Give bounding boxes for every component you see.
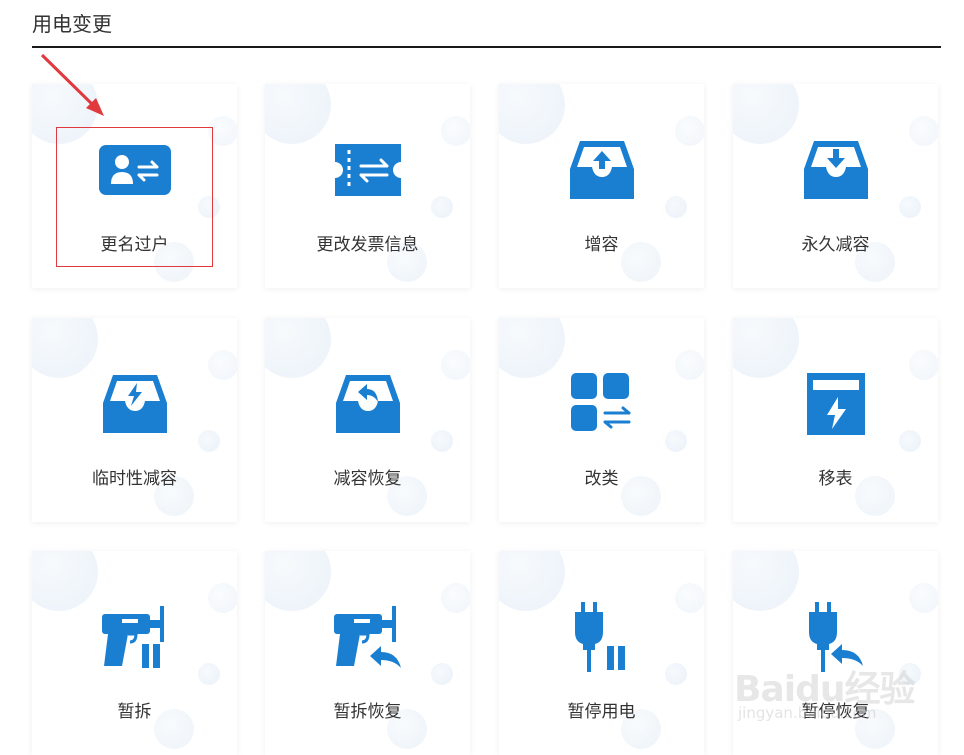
red-arrow-icon [40,53,104,116]
invoice-ticket-icon [334,144,401,196]
section-title: 用电变更 [32,12,112,36]
card-label: 移表 [818,469,853,489]
highlight-box [56,127,213,267]
card-category-change[interactable]: 改类 [499,318,704,522]
meter-lightning-icon [806,373,865,435]
card-label: 临时性减容 [92,469,177,489]
plug-pause-icon [574,602,625,672]
drill-restore-icon [333,606,401,668]
watermark-url: jingyan.baidu.com [738,704,877,722]
card-invoice-change[interactable]: 更改发票信息 [265,84,470,288]
card-label: 减容恢复 [333,469,402,489]
card-label: 永久减容 [801,235,870,255]
card-suspend-restore[interactable]: 暂停恢复 [733,551,938,755]
tray-lightning-icon [102,375,167,433]
card-label: 改类 [584,469,619,489]
baidu-watermark: Baidu经验 jingyan.baidu.com [734,660,915,722]
tray-upload-icon [569,141,634,199]
card-label: 暂拆 [117,702,152,722]
card-capacity-increase[interactable]: 增容 [499,84,704,288]
drill-icon [101,606,164,668]
card-meter-relocation[interactable]: 移表 [733,318,938,522]
card-temporary-reduction[interactable]: 临时性减容 [32,318,237,522]
card-label: 增容 [584,235,619,255]
grid-switch-icon [570,373,630,431]
card-removal-restore[interactable]: 暂拆恢复 [265,551,470,755]
card-temporary-removal[interactable]: 暂拆 [32,551,237,755]
card-permanent-reduction[interactable]: 永久减容 [733,84,938,288]
title-divider [32,46,941,48]
card-suspend-power[interactable]: 暂停用电 [499,551,704,755]
card-reduction-restore[interactable]: 减容恢复 [265,318,470,522]
tray-restore-icon [335,375,400,433]
tray-download-icon [803,141,868,199]
card-label: 暂拆恢复 [333,702,402,722]
card-label: 更改发票信息 [316,235,419,255]
card-label: 暂停用电 [567,702,636,722]
